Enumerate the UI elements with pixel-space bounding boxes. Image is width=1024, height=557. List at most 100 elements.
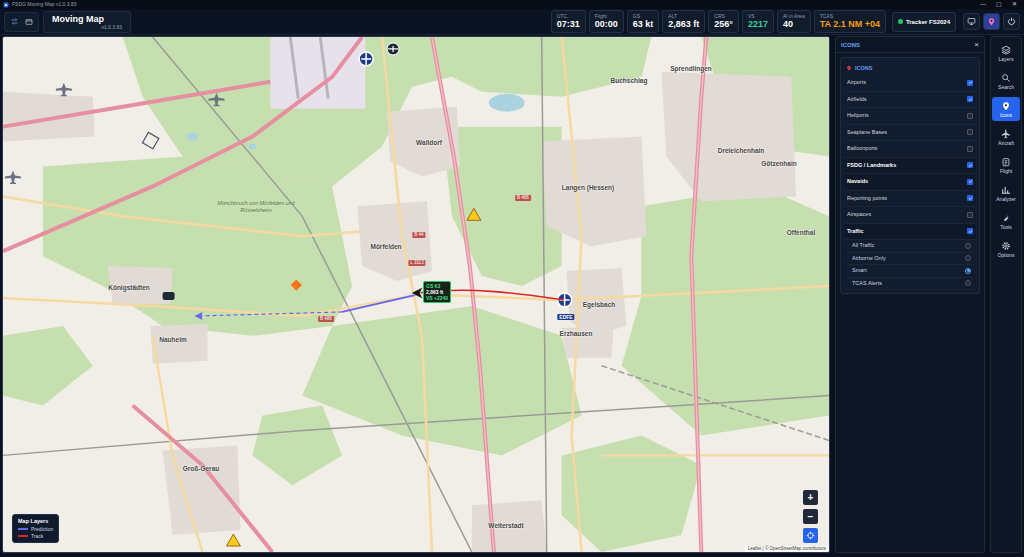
legend-title: Map Layers xyxy=(18,518,53,525)
checkbox-row[interactable]: Airspaces xyxy=(844,207,976,224)
place-label: Langen (Hessen) xyxy=(562,184,614,192)
item-label: Airfields xyxy=(847,96,867,103)
checkbox[interactable] xyxy=(967,96,973,102)
crosshair-icon xyxy=(806,531,815,540)
app-logo-icon xyxy=(3,2,9,8)
item-label: Reporting points xyxy=(847,195,887,202)
wrench-icon xyxy=(1001,213,1011,223)
app-title: Moving Map xyxy=(52,14,122,24)
checkbox[interactable] xyxy=(967,146,973,152)
nav-label: Layers xyxy=(998,56,1013,62)
nav-label: Analyzer xyxy=(996,196,1015,202)
stat-box: VS2217 xyxy=(742,10,774,33)
road-shield: L 3113 xyxy=(408,260,425,266)
radio-label: Airborne Only xyxy=(852,255,886,262)
monitor-button[interactable] xyxy=(963,13,980,30)
radio-row[interactable]: TCAS Alerts xyxy=(846,278,974,291)
nav-item[interactable]: Flight xyxy=(992,153,1020,177)
section-title: ICONS xyxy=(855,65,872,72)
radio-button[interactable] xyxy=(965,280,971,286)
stat-value: 63 kt xyxy=(633,19,654,30)
place-label: Mörfelden xyxy=(370,243,401,251)
stat-label: TCAS xyxy=(820,13,833,19)
radio-button[interactable] xyxy=(965,268,971,274)
item-label: Navaids xyxy=(847,178,868,185)
nav-item[interactable]: Tools xyxy=(992,209,1020,233)
checkbox[interactable] xyxy=(967,129,973,135)
pin-icon xyxy=(987,17,996,26)
checkbox-row[interactable]: Seaplane Bases xyxy=(844,125,976,142)
window-control-button[interactable]: — xyxy=(980,1,986,8)
legend-swatch xyxy=(18,528,28,530)
nav-item[interactable]: Search xyxy=(992,69,1020,93)
stat-box: UTC07:31 xyxy=(551,10,586,33)
clipboard-icon xyxy=(1001,157,1011,167)
radio-row[interactable]: Airborne Only xyxy=(846,253,974,266)
checkbox[interactable] xyxy=(967,80,973,86)
nav-label: Icons xyxy=(1000,112,1012,118)
map-tiles[interactable] xyxy=(3,37,829,552)
panel-header: ICONS × xyxy=(836,37,984,53)
checkbox-row[interactable]: Airports xyxy=(844,75,976,92)
map-attribution[interactable]: Leaflet | © OpenStreetMap contributors xyxy=(745,546,829,552)
power-button[interactable] xyxy=(1003,13,1020,30)
radio-row[interactable]: All Traffic xyxy=(846,240,974,253)
center-aircraft-button[interactable] xyxy=(803,528,818,543)
nav-item[interactable]: Aircraft xyxy=(992,125,1020,149)
stat-label: GS xyxy=(633,13,640,19)
checkbox-row[interactable]: Heliports xyxy=(844,108,976,125)
zoom-in-button[interactable]: + xyxy=(803,490,818,505)
stat-box: TCASTA 2.1 NM +04 xyxy=(814,10,886,33)
pin-button[interactable] xyxy=(983,13,1000,30)
checkbox-row[interactable]: Reporting points xyxy=(844,191,976,208)
group-row[interactable]: Navaids xyxy=(844,174,976,191)
radio-row[interactable]: Smart xyxy=(846,265,974,278)
window-controls: — ▢ ✕ xyxy=(980,1,1021,8)
map-view[interactable]: WalldorfMörfeldenLangen (Hessen)Egelsbac… xyxy=(2,36,830,553)
window-control-button[interactable]: ▢ xyxy=(996,1,1002,8)
checkbox-row[interactable]: Airfields xyxy=(844,92,976,109)
nav-item[interactable]: Layers xyxy=(992,41,1020,65)
window-button[interactable] xyxy=(25,18,33,26)
nav-label: Aircraft xyxy=(998,140,1014,146)
checkbox[interactable] xyxy=(967,113,973,119)
place-label: Dreieichenhain xyxy=(718,147,765,155)
nav-item[interactable]: Icons xyxy=(992,97,1020,121)
aircraft-data: 2,863 ft xyxy=(426,289,448,295)
layers-icon xyxy=(1001,45,1011,55)
legend-swatch xyxy=(18,535,28,537)
zoom-out-button[interactable]: − xyxy=(803,509,818,524)
checkbox-row[interactable]: Balloonports xyxy=(844,141,976,158)
checkbox[interactable] xyxy=(967,162,973,168)
swap-icon xyxy=(10,17,19,26)
close-button[interactable]: × xyxy=(974,40,979,49)
nav-label: Tools xyxy=(1000,224,1012,230)
stat-value: TA 2.1 NM +04 xyxy=(820,19,880,30)
place-label: Walldorf xyxy=(416,139,442,147)
radio-button[interactable] xyxy=(965,255,971,261)
nav-item[interactable]: Analyzer xyxy=(992,181,1020,205)
legend-item: Track xyxy=(18,533,53,539)
title-bar: FSDG Moving Map v1.0.3.83—▢✕ xyxy=(0,0,1024,9)
window-control-button[interactable]: ✕ xyxy=(1012,1,1017,8)
checkbox[interactable] xyxy=(967,228,973,234)
nav-label: Options xyxy=(997,252,1014,258)
road-shield: B 486 xyxy=(318,316,334,322)
place-label: Sprendlingen xyxy=(670,65,712,73)
side-nav: Layers Search Icons Aircraft Flight Analyzer T… xyxy=(990,36,1022,553)
own-aircraft-icon xyxy=(411,287,423,299)
legend-label: Prediction xyxy=(31,526,53,532)
tracker-status: Tracker FS2024 xyxy=(892,12,956,32)
checkbox[interactable] xyxy=(967,179,973,185)
radio-dot xyxy=(967,269,970,272)
group-row[interactable]: FSDG / Landmarks xyxy=(844,158,976,175)
radio-button[interactable] xyxy=(965,243,971,249)
panel-title: ICONS xyxy=(841,41,860,49)
checkbox[interactable] xyxy=(967,212,973,218)
checkbox[interactable] xyxy=(967,195,973,201)
item-label: Traffic xyxy=(847,228,864,235)
group-row[interactable]: Traffic xyxy=(844,224,976,241)
check-icon xyxy=(968,163,973,168)
nav-item[interactable]: Options xyxy=(992,237,1020,261)
swap-button[interactable] xyxy=(10,17,19,26)
